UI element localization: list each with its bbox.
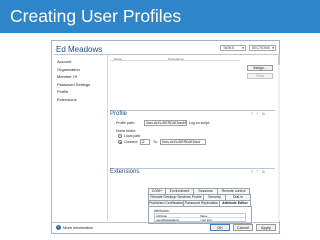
- home-folder-label: Home folder:: [116, 129, 137, 133]
- extensions-section-title: Extensions: [110, 169, 140, 175]
- info-icon: i: [56, 225, 61, 230]
- chevron-down-icon: ▾: [242, 46, 244, 50]
- footer-divider: [52, 222, 279, 223]
- nav-item-account[interactable]: Account: [55, 58, 105, 66]
- col-name: Name: [114, 57, 123, 61]
- apply-button[interactable]: Apply: [256, 224, 276, 231]
- profile-section-controls[interactable]: ? ⌃ ⊙: [251, 112, 266, 116]
- profile-divider: [110, 110, 275, 111]
- scrollbar-thumb[interactable]: [278, 55, 280, 65]
- member-of-grid-header: Name Precedence: [110, 57, 240, 61]
- clear-button[interactable]: Clear: [247, 73, 273, 79]
- chevron-up-icon[interactable]: ⌃: [256, 170, 260, 174]
- local-path-radio[interactable]: [118, 134, 122, 138]
- ok-button[interactable]: OK: [210, 224, 230, 231]
- nav-item-member-of[interactable]: Member Of: [55, 73, 105, 81]
- section-nav: Account Organization Member Of Password …: [55, 58, 105, 104]
- chevron-up-icon[interactable]: ⌃: [256, 112, 260, 116]
- sections-dropdown[interactable]: SECTIONS ▾: [249, 45, 276, 51]
- collapse-icon[interactable]: ⊙: [262, 170, 266, 174]
- logon-script-label: Log on script:: [189, 121, 211, 125]
- profile-section-title: Profile: [110, 111, 128, 117]
- slide-title: Creating User Profiles: [10, 6, 182, 26]
- connect-label: Connect:: [124, 140, 139, 144]
- details-panel: Name Precedence Assign... Clear Profile …: [110, 57, 277, 224]
- sections-label: SECTIONS: [252, 46, 270, 50]
- col-value: Value: [200, 214, 208, 218]
- collapse-icon[interactable]: ⊙: [262, 112, 266, 116]
- vertical-scrollbar[interactable]: [278, 55, 280, 221]
- table-row[interactable]: userWorkstations <not set>: [155, 218, 245, 222]
- col-attribute: Attribute: [156, 214, 168, 218]
- extensions-section-controls[interactable]: ? ⌃ ⊙: [251, 170, 266, 174]
- profile-path-label: Profile path:: [116, 121, 135, 125]
- cancel-button[interactable]: Cancel: [233, 224, 253, 231]
- help-icon[interactable]: ?: [251, 112, 254, 116]
- nav-divider: [107, 55, 108, 221]
- tasks-dropdown[interactable]: TASKS ▾: [220, 45, 246, 51]
- attributes-table: Attribute Value userWorkstations <not se…: [154, 213, 246, 222]
- nav-item-profile[interactable]: Profile: [55, 88, 105, 96]
- assign-button[interactable]: Assign...: [247, 65, 273, 71]
- header-divider: [54, 54, 278, 55]
- home-folder-path-input[interactable]: \\lon-dc1\USERDATA\ed: [160, 139, 206, 145]
- help-icon[interactable]: ?: [251, 170, 254, 174]
- value-cell: <not set>: [200, 217, 213, 222]
- tasks-label: TASKS: [223, 46, 235, 50]
- attribute-cell: userWorkstations: [156, 217, 180, 222]
- col-precedence: Precedence: [168, 57, 185, 61]
- nav-item-password-settings[interactable]: Password Settings: [55, 81, 105, 89]
- user-name-heading: Ed Meadows: [56, 45, 103, 54]
- to-label: To:: [153, 140, 158, 144]
- connect-radio[interactable]: [118, 140, 122, 144]
- profile-path-input[interactable]: \\lon-dc1\USERDATA\ed\Profile: [144, 120, 187, 126]
- nav-item-organization[interactable]: Organization: [55, 66, 105, 74]
- more-information-link[interactable]: More information: [63, 225, 93, 230]
- user-properties-window: Ed Meadows TASKS ▾ SECTIONS ▾ Account Or…: [51, 40, 280, 234]
- chevron-down-icon: ▾: [272, 46, 274, 50]
- drive-letter-select[interactable]: Z:: [140, 139, 150, 145]
- nav-item-extensions[interactable]: Extensions: [55, 96, 105, 104]
- local-path-label: Local path:: [124, 134, 142, 138]
